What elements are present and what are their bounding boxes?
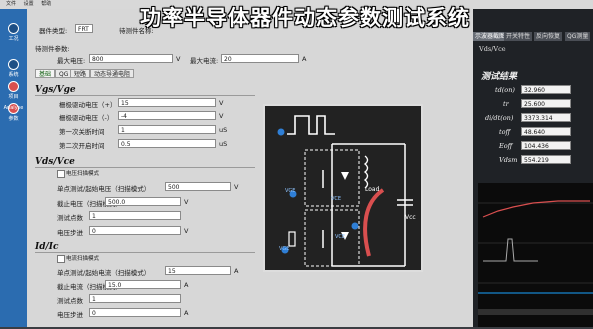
result-label-vdsm: Vdsm [499,156,518,164]
result-value-toff: 48.640 [521,127,571,136]
circuit-diagram: Load Vcc VGE VCE VGE VCE [263,104,423,272]
divider [35,95,255,96]
vcc-label: Vcc [405,214,416,221]
sidebar-item-home[interactable]: 工况 [0,23,27,42]
result-value-vdsm: 554.219 [521,155,571,164]
result-value-didt: 3373.314 [521,113,571,122]
section-title-vds: Vds/Vce [35,157,75,167]
sidebar-item-label: 系统 [8,72,19,78]
current-scan-label: 电流扫描模式 [66,256,100,262]
result-label-tdon: td(on) [495,86,515,94]
current-step-field[interactable]: 0 [89,308,181,317]
tab-short-circuit[interactable]: 短路 [70,69,91,78]
max-current-unit: A [302,55,307,63]
unit-label: A [184,309,189,317]
voltage-step-label: 电压步进 [57,229,83,237]
current-points-label: 测试点数 [57,297,83,305]
overlay-title: 功率半导体器件动态参数测试系统 [140,6,470,30]
current-scan-checkbox[interactable] [57,255,65,263]
gate-voltage-neg-label: 栅极驱动电压（-） [59,114,114,122]
first-off-time-label: 第一次关断时间 [59,128,105,136]
tab-reverse-recovery[interactable]: 反向恢复 [534,32,563,41]
system-icon [8,59,19,70]
sidebar-item-label: Analyse [3,105,24,111]
tab-qg-measure[interactable]: QG测量 [565,32,591,41]
result-label-tr: tr [503,100,509,108]
sidebar-item-label: 工况 [8,36,19,42]
load-label: Load [365,186,380,193]
unit-label: V [219,99,224,107]
first-off-time-field[interactable]: 1 [118,125,216,134]
tab-basic[interactable]: 基础 [35,69,56,78]
second-on-time-field[interactable]: 0.5 [118,139,216,148]
project-icon [8,81,19,92]
voltage-scan-label: 电压扫描模式 [66,171,100,177]
menu-help[interactable]: 帮助 [41,1,51,7]
voltage-points-field[interactable]: 1 [89,211,181,220]
tab-scope-capture[interactable]: 示波器截图 [473,32,508,41]
max-current-field[interactable]: 20 [221,54,299,63]
vge-label: VGE [285,188,296,194]
cutoff-voltage-field[interactable]: 500.0 [105,197,181,206]
divider [35,252,255,253]
sidebar-item-system[interactable]: 系统 [0,59,27,78]
vce-label: VCE [331,196,342,202]
result-label-didt: di/dt(on) [485,114,514,122]
sidebar-item-label: 参数 [8,116,19,122]
vds-top-label: Vds/Vce [479,45,506,53]
sidebar-analyse-label-wrap: Analyse [0,105,27,111]
menu-settings[interactable]: 设置 [24,1,34,7]
tab-switching[interactable]: 开关特性 [504,32,533,41]
sidebar: 工况 系统 项目 参数 Analyse [0,9,27,327]
device-type-label: 器件类型: [39,27,68,35]
unit-label: V [234,183,239,191]
unit-label: uS [219,126,228,134]
section-title-id: Id/Ic [35,242,59,252]
unit-label: V [219,112,224,120]
device-type-field[interactable]: FRT [75,24,93,33]
tab-dynamic-rdson[interactable]: 动态导通电阻 [90,69,135,78]
divider [35,167,255,168]
unit-label: V [184,198,189,206]
gate-voltage-neg-field[interactable]: -4 [118,111,216,120]
start-voltage-label: 单点测试/起始电压（扫描模式） [57,185,151,193]
max-current-label: 最大电流: [190,57,219,65]
voltage-step-field[interactable]: 0 [89,226,181,235]
start-current-field[interactable]: 15 [165,266,231,275]
home-icon [8,23,19,34]
max-voltage-field[interactable]: 800 [89,54,173,63]
vge-label: VGE [279,246,290,252]
unit-label: V [184,227,189,235]
voltage-points-label: 测试点数 [57,214,83,222]
result-value-eoff: 104.436 [521,141,571,150]
scope-svg [478,183,593,327]
max-voltage-unit: V [176,55,181,63]
unit-label: uS [219,140,228,148]
gate-voltage-pos-field[interactable]: 15 [118,98,216,107]
start-voltage-field[interactable]: 500 [165,182,231,191]
result-value-tr: 25.600 [521,99,571,108]
section-title-vgs: Vgs/Vge [35,85,76,95]
unit-label: A [184,281,189,289]
second-on-time-label: 第二次开启时间 [59,142,105,150]
voltage-scan-checkbox[interactable] [57,170,65,178]
gate-voltage-pos-label: 栅极驱动电压（+） [59,101,117,109]
vce-label: VCE [335,234,346,240]
result-label-eoff: Eoff [499,142,513,150]
cutoff-current-field[interactable]: 15.0 [105,280,181,289]
result-value-tdon: 32.960 [521,85,571,94]
max-voltage-label: 最大电压: [57,57,86,65]
current-points-field[interactable]: 1 [89,294,181,303]
oscilloscope-view [478,183,593,327]
results-title: 测试结果 [481,72,518,82]
result-label-toff: toff [499,128,511,136]
unit-label: A [234,267,239,275]
menu-file[interactable]: 文件 [6,1,16,7]
device-params-label: 待测件参数: [35,45,70,53]
start-current-label: 单点测试/起始电流（扫描模式） [57,269,151,277]
current-step-label: 电压步进 [57,311,83,319]
